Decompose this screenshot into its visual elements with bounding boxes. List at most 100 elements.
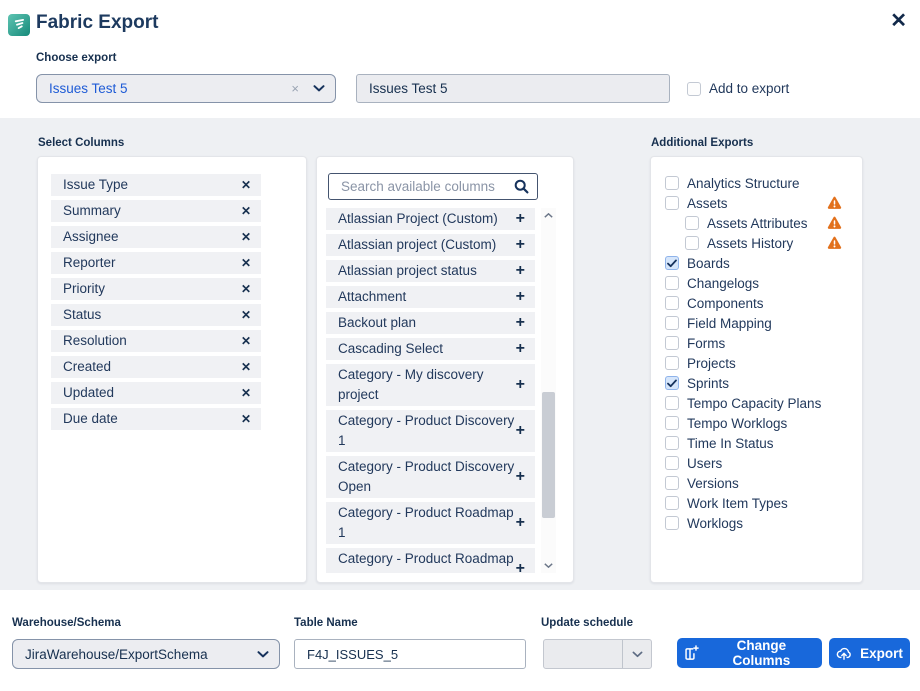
add-column-icon[interactable]: +: [516, 377, 525, 393]
additional-export-row[interactable]: Tempo Worklogs: [651, 413, 862, 433]
check-icon: [667, 379, 677, 388]
available-column-row[interactable]: Category - Product Discovery Open +: [326, 456, 535, 498]
remove-column-icon[interactable]: ✕: [241, 178, 251, 192]
add-column-icon[interactable]: +: [516, 263, 525, 279]
additional-export-row[interactable]: Boards: [651, 253, 862, 273]
add-column-icon[interactable]: +: [516, 211, 525, 227]
available-column-row[interactable]: Atlassian Project (Custom) +: [326, 208, 535, 230]
close-icon[interactable]: ✕: [890, 11, 907, 31]
available-column-row[interactable]: Attachment +: [326, 286, 535, 308]
export-checkbox[interactable]: [665, 296, 679, 310]
add-column-icon[interactable]: +: [516, 423, 525, 439]
selected-column-row[interactable]: Priority ✕: [51, 278, 261, 300]
remove-column-icon[interactable]: ✕: [241, 360, 251, 374]
add-column-icon[interactable]: +: [516, 289, 525, 305]
add-column-icon[interactable]: +: [516, 237, 525, 253]
export-checkbox[interactable]: [665, 196, 679, 210]
remove-column-icon[interactable]: ✕: [241, 334, 251, 348]
additional-export-row[interactable]: Versions: [651, 473, 862, 493]
selected-column-row[interactable]: Status ✕: [51, 304, 261, 326]
scroll-up-icon[interactable]: [541, 208, 556, 223]
columns-add-icon: [683, 645, 699, 661]
available-column-row[interactable]: Backout plan +: [326, 312, 535, 334]
export-checkbox[interactable]: [665, 376, 679, 390]
additional-export-row[interactable]: Tempo Capacity Plans: [651, 393, 862, 413]
remove-column-icon[interactable]: ✕: [241, 308, 251, 322]
add-column-icon[interactable]: +: [516, 561, 525, 573]
export-checkbox[interactable]: [665, 516, 679, 530]
additional-export-row[interactable]: Changelogs: [651, 273, 862, 293]
export-checkbox[interactable]: [665, 336, 679, 350]
available-column-row[interactable]: Category - Product Roadmap 1 +: [326, 502, 535, 544]
export-checkbox[interactable]: [665, 436, 679, 450]
search-input[interactable]: [339, 178, 514, 195]
available-column-row[interactable]: Category - Product Roadmap 2 +: [326, 548, 535, 573]
export-checkbox[interactable]: [665, 496, 679, 510]
additional-export-row[interactable]: Work Item Types: [651, 493, 862, 513]
available-column-row[interactable]: Category - Product Discovery 1 +: [326, 410, 535, 452]
selected-column-row[interactable]: Reporter ✕: [51, 252, 261, 274]
selected-column-label: Priority: [63, 279, 241, 299]
table-name-input[interactable]: [294, 639, 526, 669]
clear-selection-icon[interactable]: ×: [291, 81, 299, 96]
warehouse-schema-select[interactable]: JiraWarehouse/ExportSchema: [12, 639, 280, 669]
export-checkbox[interactable]: [685, 216, 699, 230]
export-checkbox[interactable]: [665, 176, 679, 190]
add-to-export-option[interactable]: Add to export: [687, 81, 789, 96]
remove-column-icon[interactable]: ✕: [241, 386, 251, 400]
export-checkbox[interactable]: [665, 276, 679, 290]
export-checkbox[interactable]: [665, 476, 679, 490]
additional-export-row[interactable]: Analytics Structure: [651, 173, 862, 193]
export-select[interactable]: Issues Test 5 ×: [36, 74, 336, 103]
additional-export-row[interactable]: Field Mapping: [651, 313, 862, 333]
add-to-export-checkbox[interactable]: [687, 82, 701, 96]
scrollbar-thumb[interactable]: [542, 392, 555, 518]
additional-export-row[interactable]: Assets Attributes: [651, 213, 862, 233]
selected-column-row[interactable]: Summary ✕: [51, 200, 261, 222]
additional-export-row[interactable]: Forms: [651, 333, 862, 353]
available-column-row[interactable]: Atlassian project (Custom) +: [326, 234, 535, 256]
export-checkbox[interactable]: [665, 396, 679, 410]
available-columns-list: Atlassian Project (Custom) + Atlassian p…: [326, 208, 535, 573]
additional-export-row[interactable]: Sprints: [651, 373, 862, 393]
export-checkbox[interactable]: [665, 256, 679, 270]
selected-column-row[interactable]: Assignee ✕: [51, 226, 261, 248]
remove-column-icon[interactable]: ✕: [241, 204, 251, 218]
selected-column-row[interactable]: Updated ✕: [51, 382, 261, 404]
scroll-down-icon[interactable]: [541, 558, 556, 573]
export-checkbox[interactable]: [665, 316, 679, 330]
additional-export-row[interactable]: Projects: [651, 353, 862, 373]
selected-column-row[interactable]: Due date ✕: [51, 408, 261, 430]
remove-column-icon[interactable]: ✕: [241, 282, 251, 296]
additional-export-row[interactable]: Time In Status: [651, 433, 862, 453]
selected-column-row[interactable]: Issue Type ✕: [51, 174, 261, 196]
selected-column-row[interactable]: Resolution ✕: [51, 330, 261, 352]
add-column-icon[interactable]: +: [516, 341, 525, 357]
export-name-input[interactable]: [356, 74, 670, 103]
export-checkbox[interactable]: [665, 416, 679, 430]
additional-export-row[interactable]: Assets: [651, 193, 862, 213]
export-checkbox[interactable]: [665, 456, 679, 470]
additional-export-row[interactable]: Users: [651, 453, 862, 473]
selected-column-row[interactable]: Created ✕: [51, 356, 261, 378]
update-schedule-select[interactable]: [543, 639, 652, 669]
remove-column-icon[interactable]: ✕: [241, 256, 251, 270]
additional-export-row[interactable]: Worklogs: [651, 513, 862, 533]
available-column-row[interactable]: Atlassian project status +: [326, 260, 535, 282]
remove-column-icon[interactable]: ✕: [241, 230, 251, 244]
add-column-icon[interactable]: +: [516, 315, 525, 331]
export-checkbox[interactable]: [685, 236, 699, 250]
export-checkbox[interactable]: [665, 356, 679, 370]
search-box[interactable]: [328, 173, 538, 200]
remove-column-icon[interactable]: ✕: [241, 412, 251, 426]
change-columns-button[interactable]: Change Columns: [677, 638, 822, 668]
available-column-row[interactable]: Cascading Select +: [326, 338, 535, 360]
scrollbar[interactable]: [541, 208, 556, 573]
chevron-down-icon[interactable]: [622, 640, 651, 668]
add-column-icon[interactable]: +: [516, 469, 525, 485]
export-button[interactable]: Export: [829, 638, 910, 668]
add-column-icon[interactable]: +: [516, 515, 525, 531]
available-column-row[interactable]: Category - My discovery project +: [326, 364, 535, 406]
additional-export-row[interactable]: Assets History: [651, 233, 862, 253]
additional-export-row[interactable]: Components: [651, 293, 862, 313]
